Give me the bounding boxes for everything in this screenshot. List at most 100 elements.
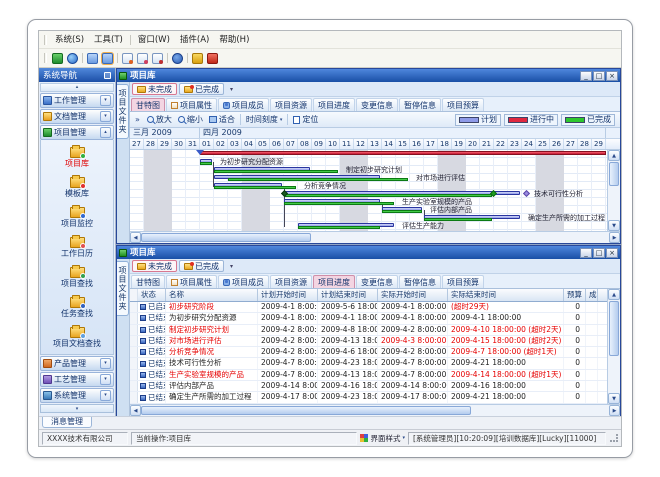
actual-bar[interactable] [200, 162, 212, 165]
scroll-thumb[interactable] [141, 406, 471, 415]
folder-side-tab[interactable]: 项目文件夹 [117, 261, 129, 316]
column-header-2[interactable]: 计划开始时间 [258, 289, 318, 301]
sidebar-item-5[interactable]: 任务查找 [41, 292, 113, 322]
column-header-1[interactable]: 名称 [166, 289, 258, 301]
table-row[interactable]: 已启动初步研究阶段2009-4-1 8:00:002009-5-6 18:00:… [130, 302, 607, 313]
message-tab[interactable]: 消息管理 [42, 417, 92, 428]
sidebar-item-4[interactable]: 项目查找 [41, 262, 113, 292]
sidebar-group-2[interactable]: 项目管理▴ [40, 125, 114, 140]
doc-delete-icon[interactable] [152, 53, 163, 64]
sidebar-collapse-button[interactable]: ▴ [40, 83, 114, 92]
restore-button[interactable]: □ [593, 71, 605, 81]
table-row[interactable]: 已结束生产实验室规模的产品2009-4-7 8:00:002009-4-13 1… [130, 370, 607, 381]
menu-item-1[interactable]: 工具(T) [89, 32, 128, 48]
sidebar-group-1[interactable]: 文档管理▾ [40, 109, 114, 124]
view-tab-7[interactable]: 项目预算 [442, 98, 484, 111]
table-row[interactable]: 已结束分析竞争情况2009-4-2 8:00:002009-4-6 18:00:… [130, 347, 607, 358]
save-icon[interactable] [102, 53, 113, 64]
summary-bar[interactable] [200, 151, 606, 155]
actual-bar[interactable] [214, 170, 338, 173]
collapse-arrow-icon[interactable]: ▴ [100, 127, 111, 138]
folder-side-tab[interactable]: 项目文件夹 [117, 84, 129, 139]
sidebar-item-3[interactable]: 工作日历 [41, 232, 113, 262]
column-header-6[interactable]: 预算 [564, 289, 586, 301]
lock-icon[interactable] [192, 53, 203, 64]
view-tab-1[interactable]: 项目属性 [166, 98, 217, 111]
view-tab-2[interactable]: 项目成员 [218, 98, 269, 111]
scroll-up-arrow[interactable]: ▲ [608, 289, 620, 300]
expand-arrow-icon[interactable]: ▾ [100, 358, 111, 369]
view-tab-3[interactable]: 项目资源 [270, 98, 312, 111]
view-tab-0[interactable]: 甘特图 [131, 275, 165, 288]
close-button[interactable]: × [606, 248, 618, 258]
scroll-left-arrow[interactable]: ◀ [130, 232, 141, 243]
sidebar-item-2[interactable]: 项目监控 [41, 202, 113, 232]
table-row[interactable]: 已结束评估内部产品2009-4-14 8:00:002009-4-16 18:0… [130, 381, 607, 392]
table-row[interactable]: 已结束为初步研究分配资源2009-4-1 8:00:002009-4-1 18:… [130, 313, 607, 324]
zoom-out-button[interactable]: 缩小 [176, 113, 205, 126]
scroll-down-arrow[interactable]: ▼ [608, 393, 620, 404]
monitor-icon[interactable] [52, 53, 63, 64]
menu-item-4[interactable]: 帮助(H) [214, 32, 254, 48]
folder-tab-0[interactable]: 未完成 [132, 260, 177, 272]
gantt-hscrollbar[interactable]: ◀▶ [130, 231, 620, 243]
actual-bar[interactable] [228, 178, 408, 181]
folder-tab-1[interactable]: 已完成 [179, 83, 224, 95]
view-tab-4[interactable]: 项目进度 [313, 275, 355, 288]
stop-icon[interactable] [207, 53, 218, 64]
zoom-in-button[interactable]: 放大 [145, 113, 174, 126]
column-header-7[interactable]: 成 [586, 289, 598, 301]
view-tab-5[interactable]: 变更信息 [356, 98, 398, 111]
fit-button[interactable]: 适合 [207, 113, 237, 126]
toolbar-overflow-chevron[interactable]: » [132, 115, 143, 124]
scroll-up-arrow[interactable]: ▲ [608, 150, 620, 161]
folder-tab-0[interactable]: 未完成 [132, 83, 177, 95]
view-tab-6[interactable]: 暂停信息 [399, 98, 441, 111]
view-tab-1[interactable]: 项目属性 [166, 275, 217, 288]
column-header-5[interactable]: 实际结束时间 [448, 289, 564, 301]
sidebar-group-5[interactable]: 系统管理▾ [40, 388, 114, 403]
scroll-right-arrow[interactable]: ▶ [609, 405, 620, 416]
expand-arrow-icon[interactable]: ▾ [100, 95, 111, 106]
view-tab-2[interactable]: 项目成员 [218, 275, 269, 288]
expand-arrow-icon[interactable]: ▾ [100, 111, 111, 122]
table-row[interactable]: 已结束确定生产所需的加工过程2009-4-17 8:00:002009-4-23… [130, 392, 607, 403]
view-tab-3[interactable]: 项目资源 [270, 275, 312, 288]
column-header-4[interactable]: 实际开始时间 [378, 289, 448, 301]
table-row[interactable]: 已结束制定初步研究计划2009-4-2 8:00:002009-4-8 18:0… [130, 325, 607, 336]
ui-style-button[interactable]: 界面样式▾ [360, 433, 405, 444]
pin-icon[interactable] [104, 72, 111, 79]
globe-icon[interactable] [67, 53, 78, 64]
table-hscrollbar[interactable]: ◀▶ [130, 404, 620, 416]
table-vscrollbar[interactable]: ▲▼ [607, 289, 620, 404]
sidebar-item-1[interactable]: 模板库 [41, 172, 113, 202]
view-tab-6[interactable]: 暂停信息 [399, 275, 441, 288]
sidebar-overflow-button[interactable]: ▾ [40, 404, 114, 413]
restore-button[interactable]: □ [593, 248, 605, 258]
scroll-right-arrow[interactable]: ▶ [609, 232, 620, 243]
menu-item-0[interactable]: 系统(S) [50, 32, 89, 48]
table-row[interactable]: 已结束对市场进行评估2009-4-2 8:00:002009-4-13 18:0… [130, 336, 607, 347]
timescale-button[interactable]: 时间刻度▾ [244, 113, 285, 126]
folder-tabs-more-button[interactable]: ▾ [226, 86, 237, 93]
actual-bar[interactable] [382, 210, 422, 213]
column-header-3[interactable]: 计划结束时间 [318, 289, 378, 301]
sidebar-item-6[interactable]: 项目文档查找 [41, 322, 113, 352]
view-tab-5[interactable]: 变更信息 [356, 275, 398, 288]
actual-bar[interactable] [214, 186, 296, 189]
sidebar-group-3[interactable]: 产品管理▾ [40, 356, 114, 371]
menu-item-3[interactable]: 插件(A) [175, 32, 214, 48]
actual-bar[interactable] [284, 194, 492, 197]
close-button[interactable]: × [606, 71, 618, 81]
menu-item-2[interactable]: 窗口(W) [133, 32, 175, 48]
expand-arrow-icon[interactable]: ▾ [100, 390, 111, 401]
doc-check-icon[interactable] [137, 53, 148, 64]
window-titlebar[interactable]: 项目库_□× [117, 246, 620, 259]
actual-bar[interactable] [284, 202, 394, 205]
window-titlebar[interactable]: 项目库_□× [117, 69, 620, 82]
minimize-button[interactable]: _ [580, 248, 592, 258]
doc-new-icon[interactable] [122, 53, 133, 64]
locate-button[interactable]: 定位 [291, 113, 320, 126]
help-icon[interactable] [172, 53, 183, 64]
actual-bar[interactable] [424, 218, 492, 221]
